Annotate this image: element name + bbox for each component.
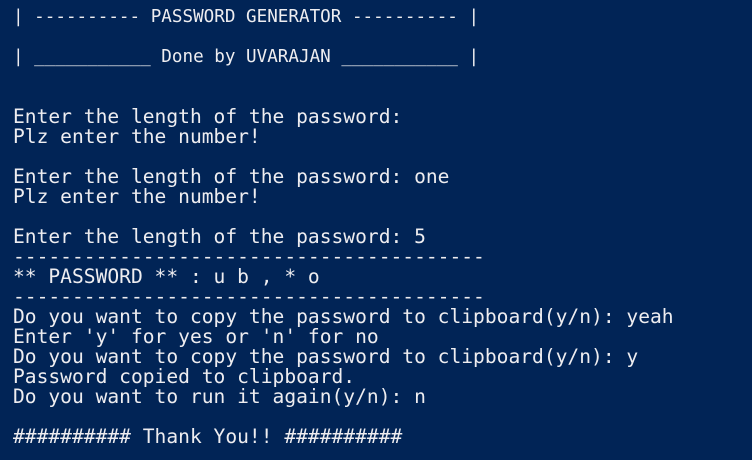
error-message-2: Plz enter the number! [13,185,261,208]
separator-bottom: ---------------------------------------- [13,285,485,308]
prompt-copy-2: Do you want to copy the password to clip… [13,345,639,368]
prompt-run-again: Do you want to run it again(y/n): n [13,385,426,408]
prompt-length-1: Enter the length of the password: [13,105,403,128]
banner-author-line: | ___________ Done by UVARAJAN _________… [13,47,480,67]
separator-top: ---------------------------------------- [13,245,485,268]
thank-you-line: ########## Thank You!! ########## [13,425,403,448]
password-output: ** PASSWORD ** : u b , * o [13,265,320,288]
banner-title-line: | ---------- PASSWORD GENERATOR --------… [13,7,480,27]
copy-confirmation: Password copied to clipboard. [13,365,356,388]
prompt-copy-1: Do you want to copy the password to clip… [13,305,674,328]
terminal-window[interactable]: | ---------- PASSWORD GENERATOR --------… [0,0,752,460]
prompt-length-2: Enter the length of the password: one [13,165,450,188]
copy-hint: Enter 'y' for yes or 'n' for no [13,325,379,348]
error-message-1: Plz enter the number! [13,125,261,148]
terminal-input-area[interactable] [0,450,752,460]
prompt-length-3: Enter the length of the password: 5 [13,225,426,248]
